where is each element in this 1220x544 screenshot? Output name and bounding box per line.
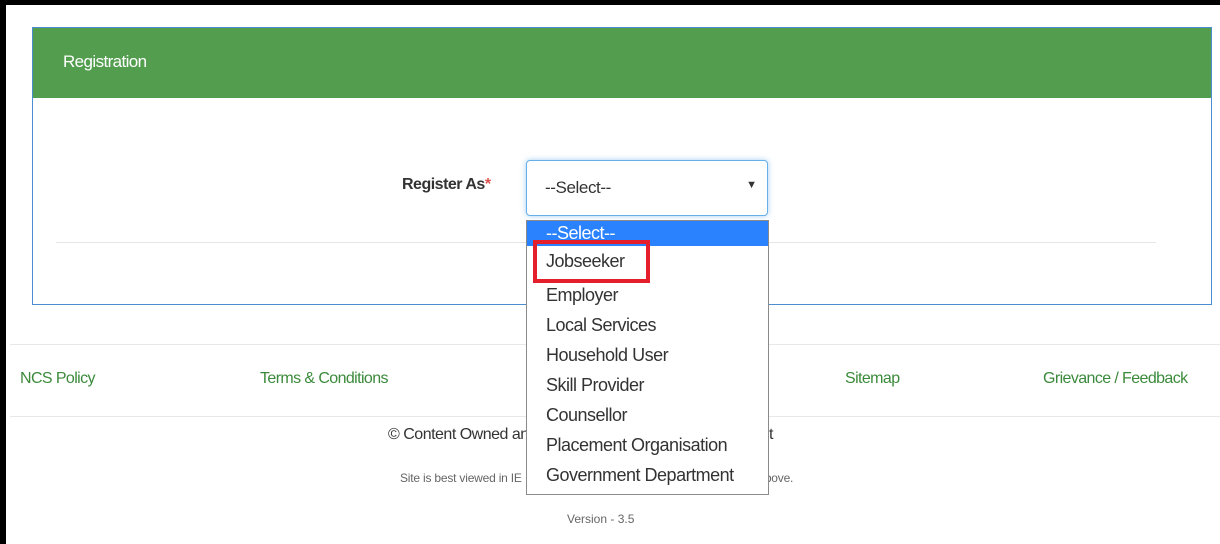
dropdown-option-placement-organisation[interactable]: Placement Organisation: [527, 432, 768, 462]
caret-down-icon: ▼: [746, 179, 757, 191]
dropdown-option-household-user[interactable]: Household User: [527, 342, 768, 372]
version-text: Version - 3.5: [567, 512, 635, 526]
highlight-box-jobseeker: [533, 240, 650, 283]
dropdown-option-employer[interactable]: Employer: [527, 282, 768, 312]
panel-title: Registration: [63, 52, 147, 71]
register-as-select[interactable]: --Select-- ▼: [526, 160, 768, 216]
register-as-label: Register As*: [402, 176, 491, 194]
dropdown-option-skill-provider[interactable]: Skill Provider: [527, 372, 768, 402]
dropdown-option-counsellor[interactable]: Counsellor: [527, 402, 768, 432]
panel-header: Registration: [33, 28, 1211, 98]
browser-note-visible: Site is best viewed in IE: [400, 471, 522, 485]
screenshot-border-left: [0, 0, 6, 544]
required-mark: *: [484, 176, 491, 193]
footer-link-grievance[interactable]: Grievance / Feedback: [1043, 370, 1188, 388]
select-value: --Select--: [545, 178, 611, 197]
dropdown-option-government-department[interactable]: Government Department: [527, 462, 768, 492]
footer-link-sitemap[interactable]: Sitemap: [845, 370, 900, 388]
register-as-label-text: Register As: [402, 176, 485, 193]
dropdown-option-local-services[interactable]: Local Services: [527, 312, 768, 342]
footer-link-terms[interactable]: Terms & Conditions: [260, 370, 389, 388]
copyright-visible: © Content Owned and: [388, 426, 538, 443]
screenshot-border-top: [0, 0, 1220, 5]
footer-link-ncs-policy[interactable]: NCS Policy: [20, 370, 96, 388]
